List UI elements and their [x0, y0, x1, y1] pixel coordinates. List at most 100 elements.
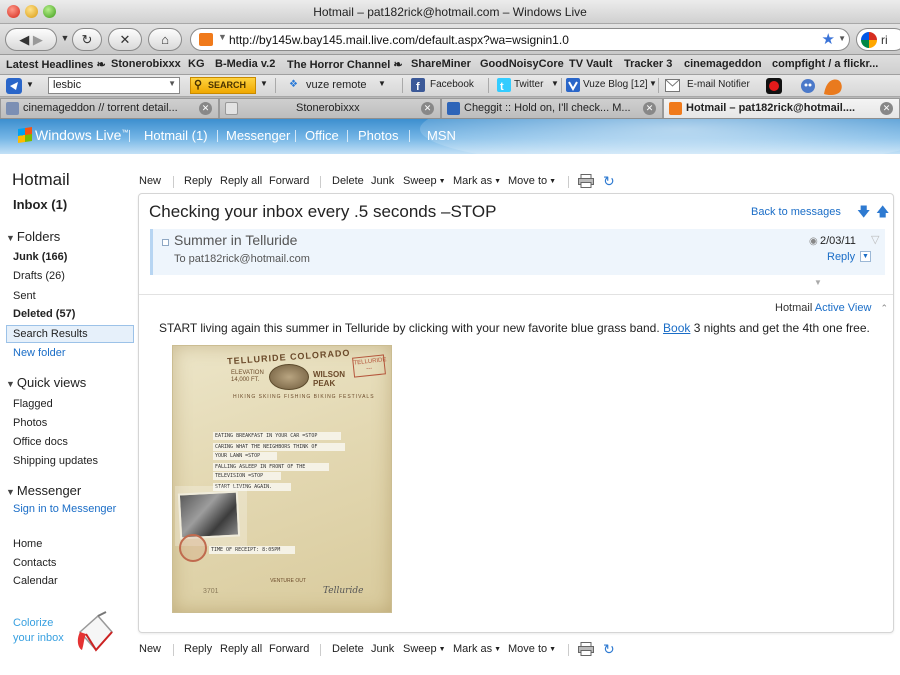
back-arrow-icon[interactable]: ◀: [19, 32, 29, 47]
junk-button[interactable]: Junk: [371, 175, 394, 187]
forward-button[interactable]: Forward: [269, 643, 309, 655]
sidebar-item-flagged[interactable]: Flagged: [13, 398, 53, 410]
chevron-down-icon[interactable]: ▼: [649, 79, 657, 88]
url-dropdown-icon[interactable]: ▼: [838, 34, 846, 43]
close-tab-icon[interactable]: ✕: [643, 102, 656, 115]
bookmark-shareminer[interactable]: ShareMiner: [411, 58, 471, 70]
tab-cinemageddon[interactable]: cinemageddon // torrent detail... ✕: [0, 98, 219, 118]
sidebar-item-deleted[interactable]: Deleted (57): [13, 308, 75, 320]
collapse-triangle-icon[interactable]: ▼: [6, 487, 15, 497]
active-view-link[interactable]: Active View: [815, 302, 872, 314]
chevron-down-icon[interactable]: ▼: [168, 79, 176, 88]
tab-cheggit[interactable]: Cheggit :: Hold on, I'll check... M... ✕: [441, 98, 663, 118]
chevron-down-icon[interactable]: ▼: [260, 79, 268, 88]
chevron-down-icon[interactable]: ▼: [26, 80, 34, 89]
flag-icon[interactable]: ▽: [871, 233, 879, 246]
junk-button[interactable]: Junk: [371, 643, 394, 655]
search-engine-text[interactable]: ri: [881, 33, 888, 47]
email-notifier-button[interactable]: E-mail Notifier: [687, 79, 750, 90]
messenger-heading[interactable]: ▼ Messenger: [6, 483, 81, 498]
collapse-triangle-icon[interactable]: ▼: [6, 379, 15, 389]
chevron-down-icon[interactable]: ▼: [551, 79, 559, 88]
toolbar-search-button[interactable]: ⚲ SEARCH: [190, 77, 256, 94]
colorize-inbox-link[interactable]: Colorize your inbox: [13, 616, 64, 646]
bookmark-cinemageddon[interactable]: cinemageddon: [684, 58, 762, 70]
reply-all-button[interactable]: Reply all: [220, 175, 262, 187]
reload-button[interactable]: ↻: [72, 28, 102, 51]
back-to-messages-link[interactable]: Back to messages: [751, 206, 841, 218]
new-button[interactable]: New: [139, 643, 161, 655]
new-folder-link[interactable]: New folder: [13, 347, 66, 359]
next-message-arrow-icon[interactable]: 🡇: [857, 203, 870, 225]
paint-bucket-icon[interactable]: [72, 610, 118, 656]
refresh-icon[interactable]: ↻: [603, 173, 615, 190]
close-tab-icon[interactable]: ✕: [880, 102, 893, 115]
stop-button[interactable]: ✕: [108, 28, 142, 51]
folders-heading[interactable]: ▼ Folders: [6, 229, 60, 244]
nav-hotmail[interactable]: Hotmail (1): [144, 128, 208, 143]
telluride-telegram-image[interactable]: TELLURIDE COLORADO ELEVATION 14,000 FT. W…: [172, 345, 392, 613]
sidebar-item-calendar[interactable]: Calendar: [13, 575, 58, 587]
refresh-icon[interactable]: ↻: [603, 641, 615, 658]
move-to-dropdown[interactable]: Move to ▼: [508, 643, 556, 655]
new-button[interactable]: New: [139, 175, 161, 187]
search-engine-box[interactable]: ri: [856, 28, 900, 51]
bookmark-tracker3[interactable]: Tracker 3: [624, 58, 672, 70]
book-link[interactable]: Book: [663, 321, 690, 335]
sidebar-item-search-results[interactable]: Search Results: [13, 328, 88, 340]
sidebar-item-inbox[interactable]: Inbox (1): [13, 197, 67, 212]
sidebar-item-home[interactable]: Home: [13, 538, 42, 550]
reply-button[interactable]: Reply: [184, 175, 212, 187]
history-dropdown-icon[interactable]: ▼: [60, 28, 70, 51]
message-select-checkbox[interactable]: [162, 239, 169, 246]
addon-icon[interactable]: [766, 78, 782, 94]
toolbar-logo-icon[interactable]: [6, 78, 22, 94]
sidebar-item-drafts[interactable]: Drafts (26): [13, 270, 65, 282]
sidebar-item-sent[interactable]: Sent: [13, 290, 36, 302]
move-to-dropdown[interactable]: Move to ▼: [508, 175, 556, 187]
bookmark-kg[interactable]: KG: [188, 58, 205, 70]
url-bar[interactable]: ▼ http://by145w.bay145.mail.live.com/def…: [190, 28, 850, 51]
bookmark-horror-channel[interactable]: The Horror Channel ❧: [287, 58, 403, 71]
tab-stonerobixxx[interactable]: Stonerobixxx ✕: [219, 98, 441, 118]
close-tab-icon[interactable]: ✕: [421, 102, 434, 115]
sidebar-title[interactable]: Hotmail: [12, 170, 70, 190]
chevron-down-icon[interactable]: ▼: [378, 79, 386, 88]
mark-as-dropdown[interactable]: Mark as ▼: [453, 643, 501, 655]
expand-header-icon[interactable]: ▼: [814, 278, 822, 287]
sender-name[interactable]: Summer in Telluride: [174, 232, 297, 248]
collapse-triangle-icon[interactable]: ▼: [6, 233, 15, 243]
bookmark-compfight[interactable]: compfight / a flickr...: [772, 58, 878, 70]
bookmark-latest-headlines[interactable]: Latest Headlines ❧: [6, 58, 106, 71]
toolbar-search-value[interactable]: lesbic: [53, 79, 81, 91]
reply-link[interactable]: Reply: [827, 251, 855, 263]
sidebar-item-junk[interactable]: Junk (166): [13, 251, 67, 263]
delete-button[interactable]: Delete: [332, 175, 364, 187]
back-forward-button[interactable]: ◀ ▶: [5, 28, 57, 51]
url-text[interactable]: http://by145w.bay145.mail.live.com/defau…: [229, 33, 569, 47]
nav-msn[interactable]: MSN: [427, 128, 456, 143]
home-button[interactable]: ⌂: [148, 28, 182, 51]
nav-photos[interactable]: Photos: [358, 128, 398, 143]
reply-button[interactable]: Reply: [184, 643, 212, 655]
bookmark-tv-vault[interactable]: TV Vault: [569, 58, 612, 70]
sidebar-item-contacts[interactable]: Contacts: [13, 557, 56, 569]
bookmark-stonerobixxx[interactable]: Stonerobixxx: [111, 58, 181, 70]
delete-button[interactable]: Delete: [332, 643, 364, 655]
nav-office[interactable]: Office: [305, 128, 339, 143]
addon-icon[interactable]: [800, 78, 816, 94]
close-tab-icon[interactable]: ✕: [199, 102, 212, 115]
quick-views-heading[interactable]: ▼ Quick views: [6, 375, 86, 390]
sidebar-item-shipping-updates[interactable]: Shipping updates: [13, 455, 98, 467]
reply-all-button[interactable]: Reply all: [220, 643, 262, 655]
forward-arrow-icon[interactable]: ▶: [33, 32, 43, 47]
collapse-caret-icon[interactable]: ⌃: [880, 303, 888, 313]
windows-live-logo[interactable]: Windows Live™: [18, 127, 128, 143]
print-icon[interactable]: [578, 174, 594, 188]
bookmark-star-icon[interactable]: ★: [822, 30, 835, 48]
twitter-button[interactable]: Twitter: [514, 79, 543, 90]
bookmark-bmedia[interactable]: B-Media v.2: [215, 58, 275, 70]
facebook-button[interactable]: Facebook: [430, 79, 474, 90]
bookmark-goodnoisycore[interactable]: GoodNoisyCore: [480, 58, 564, 70]
previous-message-arrow-icon[interactable]: 🡅: [876, 203, 889, 225]
